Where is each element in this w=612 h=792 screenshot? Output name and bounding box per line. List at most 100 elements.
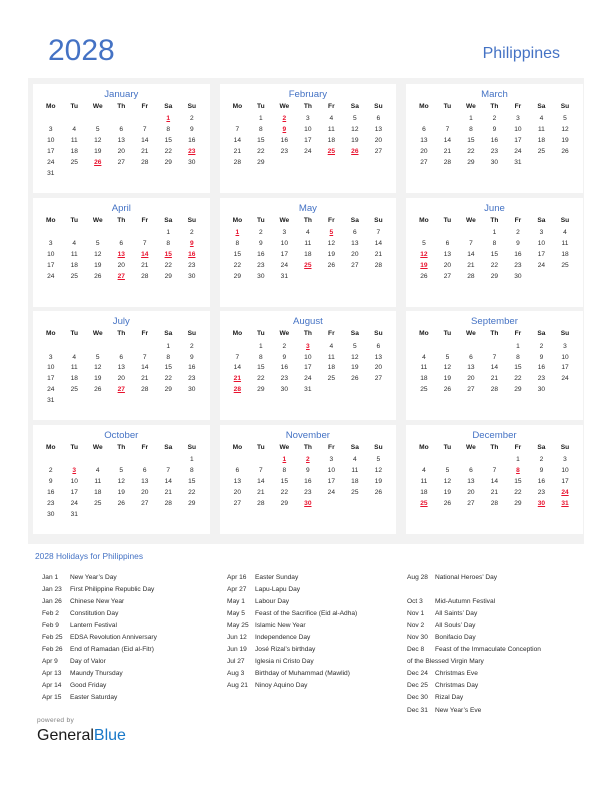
day-cell[interactable]: 10 [506,125,530,136]
day-cell[interactable]: 15 [483,249,507,260]
day-cell[interactable]: 29 [273,498,297,509]
day-cell-holiday[interactable]: 5 [320,228,344,239]
day-cell[interactable]: 18 [343,477,367,488]
day-cell[interactable]: 27 [343,260,367,271]
day-cell[interactable]: 14 [157,477,181,488]
day-cell[interactable]: 2 [530,455,554,466]
day-cell[interactable]: 27 [459,385,483,396]
day-cell[interactable]: 19 [86,374,110,385]
day-cell[interactable]: 13 [412,136,436,147]
day-cell[interactable]: 10 [320,466,344,477]
day-cell[interactable]: 6 [110,125,134,136]
day-cell[interactable]: 30 [39,509,63,520]
day-cell[interactable]: 5 [86,352,110,363]
day-cell[interactable]: 10 [39,249,63,260]
day-cell[interactable]: 3 [39,352,63,363]
day-cell[interactable]: 14 [249,477,273,488]
day-cell[interactable]: 29 [249,158,273,169]
day-cell[interactable]: 9 [39,477,63,488]
day-cell[interactable]: 23 [530,487,554,498]
day-cell[interactable]: 3 [553,455,577,466]
day-cell[interactable]: 17 [296,363,320,374]
day-cell[interactable]: 7 [483,352,507,363]
day-cell[interactable]: 31 [273,271,297,282]
day-cell[interactable]: 25 [320,374,344,385]
day-cell[interactable]: 3 [39,238,63,249]
day-cell[interactable]: 18 [63,374,87,385]
day-cell[interactable]: 26 [367,487,391,498]
day-cell[interactable]: 6 [367,341,391,352]
day-cell[interactable]: 15 [459,136,483,147]
day-cell[interactable]: 19 [86,260,110,271]
day-cell[interactable]: 3 [296,114,320,125]
day-cell[interactable]: 13 [367,125,391,136]
day-cell[interactable]: 2 [483,114,507,125]
day-cell[interactable]: 18 [412,487,436,498]
day-cell[interactable]: 21 [436,147,460,158]
day-cell[interactable]: 11 [343,466,367,477]
day-cell[interactable]: 12 [367,466,391,477]
day-cell[interactable]: 18 [412,374,436,385]
day-cell[interactable]: 3 [530,228,554,239]
day-cell-holiday[interactable]: 1 [226,228,250,239]
day-cell[interactable]: 30 [180,385,204,396]
day-cell[interactable]: 12 [343,352,367,363]
day-cell[interactable]: 6 [110,238,134,249]
day-cell[interactable]: 5 [86,238,110,249]
day-cell[interactable]: 22 [180,487,204,498]
day-cell[interactable]: 17 [506,136,530,147]
day-cell[interactable]: 10 [296,125,320,136]
day-cell[interactable]: 29 [459,158,483,169]
day-cell[interactable]: 7 [226,352,250,363]
day-cell[interactable]: 6 [343,228,367,239]
day-cell[interactable]: 10 [553,352,577,363]
day-cell[interactable]: 9 [506,238,530,249]
day-cell[interactable]: 12 [553,125,577,136]
day-cell[interactable]: 17 [320,477,344,488]
day-cell-holiday[interactable]: 19 [412,260,436,271]
day-cell[interactable]: 24 [39,158,63,169]
day-cell[interactable]: 11 [412,477,436,488]
day-cell[interactable]: 27 [110,158,134,169]
day-cell[interactable]: 27 [436,271,460,282]
day-cell[interactable]: 21 [459,260,483,271]
day-cell[interactable]: 4 [320,341,344,352]
day-cell[interactable]: 28 [483,385,507,396]
day-cell[interactable]: 2 [249,228,273,239]
day-cell[interactable]: 15 [157,136,181,147]
day-cell[interactable]: 7 [133,238,157,249]
day-cell[interactable]: 15 [506,477,530,488]
day-cell[interactable]: 9 [249,238,273,249]
day-cell[interactable]: 24 [320,487,344,498]
day-cell-holiday[interactable]: 30 [296,498,320,509]
day-cell[interactable]: 3 [553,341,577,352]
day-cell[interactable]: 13 [459,363,483,374]
day-cell-holiday[interactable]: 21 [226,374,250,385]
day-cell[interactable]: 10 [63,477,87,488]
day-cell[interactable]: 29 [506,385,530,396]
day-cell[interactable]: 28 [249,498,273,509]
day-cell[interactable]: 24 [296,374,320,385]
day-cell[interactable]: 22 [226,260,250,271]
day-cell[interactable]: 16 [273,363,297,374]
day-cell-holiday[interactable]: 25 [412,498,436,509]
day-cell[interactable]: 7 [459,238,483,249]
day-cell[interactable]: 24 [296,147,320,158]
day-cell[interactable]: 26 [436,498,460,509]
day-cell[interactable]: 19 [553,136,577,147]
day-cell[interactable]: 4 [412,466,436,477]
day-cell[interactable]: 8 [157,125,181,136]
day-cell[interactable]: 10 [39,363,63,374]
day-cell-holiday[interactable]: 1 [273,455,297,466]
day-cell[interactable]: 21 [249,487,273,498]
day-cell-holiday[interactable]: 3 [63,466,87,477]
day-cell[interactable]: 17 [553,363,577,374]
day-cell[interactable]: 5 [367,455,391,466]
day-cell[interactable]: 15 [226,249,250,260]
day-cell[interactable]: 10 [553,466,577,477]
day-cell[interactable]: 15 [249,363,273,374]
day-cell[interactable]: 16 [180,363,204,374]
day-cell[interactable]: 17 [39,260,63,271]
day-cell[interactable]: 30 [273,385,297,396]
day-cell[interactable]: 6 [226,466,250,477]
